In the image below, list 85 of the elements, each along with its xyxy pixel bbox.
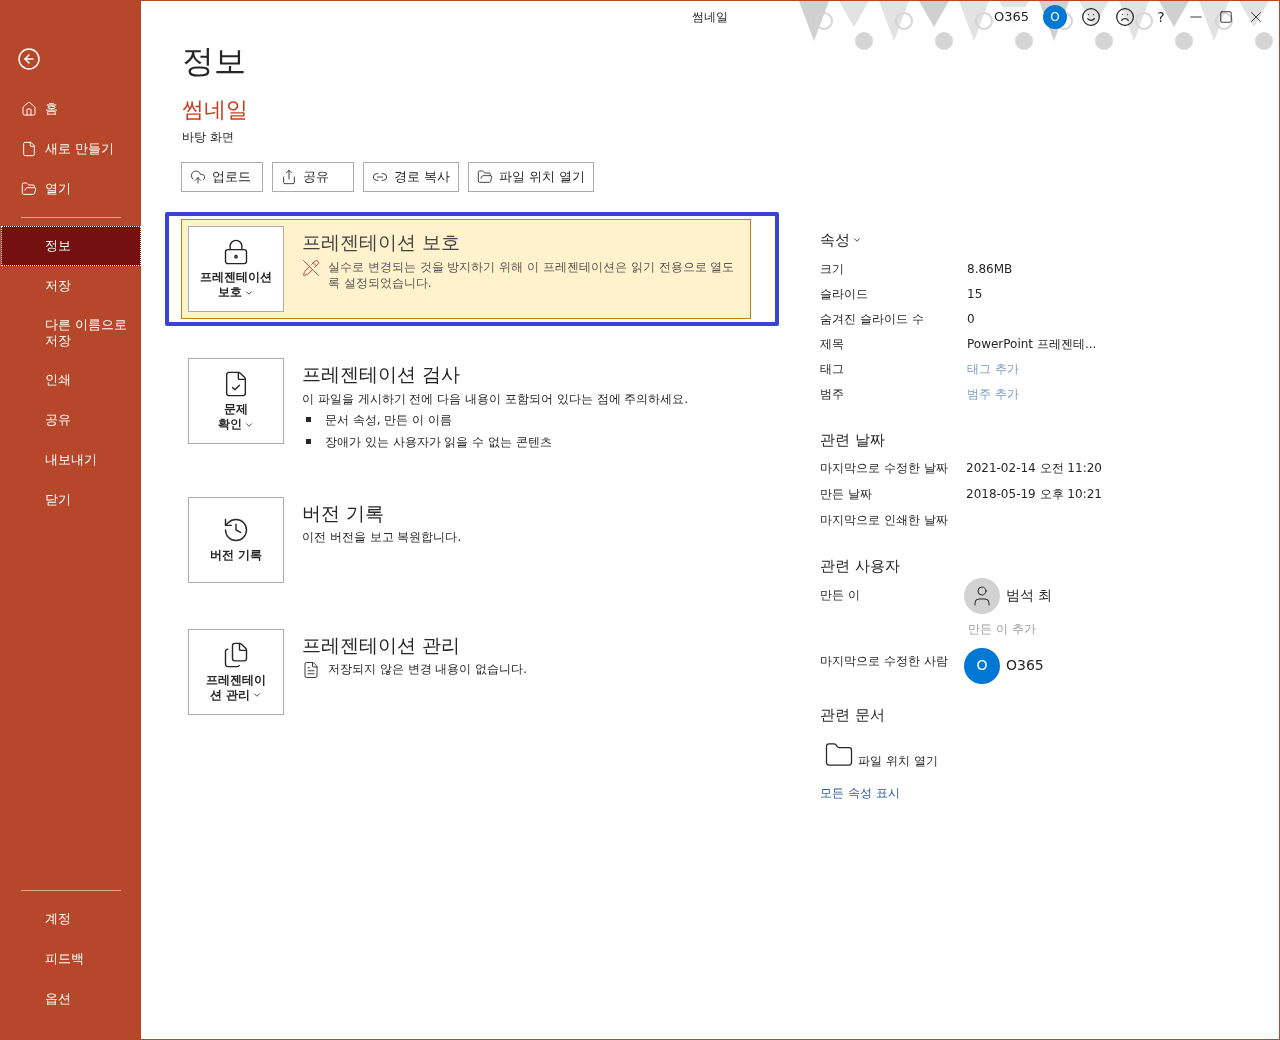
author-name: 범석 최	[1006, 586, 1053, 605]
property-value: 8.86MB	[967, 260, 1013, 278]
window-title: 썸네일	[692, 9, 728, 26]
property-label: 크기	[820, 260, 845, 278]
section-heading: 관련 날짜	[820, 429, 886, 451]
caret-icon	[252, 690, 263, 700]
show-all-link[interactable]: 모든 속성 표시	[820, 784, 1120, 802]
bullet-text: 문서 속성, 만든 이 이름	[325, 411, 453, 429]
section-title: 프레젠테이션 관리	[302, 632, 462, 658]
property-value: 15	[967, 285, 983, 303]
action-button[interactable]: 공유	[272, 162, 354, 192]
section-heading: 관련 사용자	[820, 556, 901, 577]
property-value: 0	[967, 310, 975, 328]
property-value: 2018-05-19 오후 10:21	[966, 486, 1102, 503]
section-title: 버전 기록	[302, 500, 386, 526]
section-description: 이전 버전을 보고 복원합니다.	[302, 529, 462, 545]
property-label: 숨겨진 슬라이드 수	[820, 310, 925, 328]
property-label: 범주	[820, 385, 845, 403]
home-icon	[21, 101, 37, 117]
bullet-text: 장애가 있는 사용자가 읽을 수 없는 콘텐츠	[325, 433, 552, 451]
section-title: 프레젠테이션 보호	[302, 230, 462, 255]
properties-heading[interactable]: 속성	[820, 229, 862, 252]
property-label: 만든 날짜	[820, 486, 873, 503]
action-button[interactable]: 파일 위치 열기	[468, 162, 595, 192]
account-name: O365	[993, 7, 1029, 27]
document-icon	[21, 141, 37, 157]
sidebar-item[interactable]: 홈	[1, 89, 141, 129]
property-label: 제목	[820, 335, 845, 353]
action-button[interactable]: 경로 복사	[363, 162, 460, 192]
property-input[interactable]: 범주 추가	[967, 384, 1019, 403]
pencil-icon	[302, 258, 320, 277]
open-location-button[interactable]: 파일 위치 열기	[824, 740, 938, 770]
section-button[interactable]: 문제 확인	[188, 358, 284, 444]
section-heading: 관련 문서	[820, 704, 886, 726]
documents-icon	[222, 640, 250, 669]
property-label: 마지막으로 인쇄한 날짜	[820, 512, 949, 529]
page-heading: 정보	[182, 41, 247, 82]
bullet-icon	[306, 417, 311, 422]
section-description: 저장되지 않은 변경 내용이 없습니다.	[328, 661, 528, 678]
sidebar-item[interactable]: 저장	[1, 266, 141, 306]
back-button[interactable]	[17, 47, 41, 71]
sidebar-item[interactable]: 계정	[1, 899, 141, 939]
sidebar-item[interactable]: 내보내기	[1, 440, 141, 480]
property-label: 만든 이	[820, 586, 861, 604]
section-button[interactable]: 프레젠테이 션 관리	[188, 628, 284, 715]
sidebar-item[interactable]: 옵션	[1, 979, 141, 1019]
account-avatar[interactable]: O	[1043, 5, 1067, 29]
sidebar-item[interactable]: 정보	[1, 226, 141, 266]
section-description: 이 파일을 게시하기 전에 다음 내용이 포함되어 있다는 점에 주의하세요.	[302, 390, 689, 407]
sidebar-item[interactable]: 피드백	[1, 939, 141, 979]
sidebar-item[interactable]: 열기	[1, 169, 141, 209]
lock-icon	[222, 238, 250, 266]
section-button[interactable]: 프레젠테이션 보호	[188, 226, 284, 312]
smile-icon[interactable]	[1081, 7, 1101, 27]
modifier-avatar: O	[964, 647, 1000, 684]
property-label: 슬라이드	[820, 285, 869, 303]
property-input[interactable]: 태그 추가	[967, 359, 1019, 378]
section-button[interactable]: 버전 기록	[188, 496, 284, 583]
folder-icon	[21, 181, 37, 197]
sidebar-item[interactable]: 인쇄	[1, 360, 141, 400]
sidebar-item[interactable]: 닫기	[1, 480, 141, 520]
sidebar-item[interactable]: 공유	[1, 400, 141, 440]
share-icon	[281, 169, 297, 185]
modifier-name: O365	[1006, 656, 1044, 675]
add-author-field[interactable]: 만든 이 추가	[968, 619, 1053, 638]
frown-icon[interactable]	[1115, 7, 1135, 27]
bullet-icon	[306, 439, 311, 444]
property-label: 마지막으로 수정한 날짜	[820, 460, 949, 477]
maximize-icon[interactable]	[1219, 10, 1233, 24]
file-name: 썸네일	[182, 96, 249, 124]
help-button[interactable]: ?	[1149, 6, 1173, 28]
property-value: 2021-02-14 오전 11:20	[966, 460, 1102, 477]
property-label: 마지막으로 수정한 사람	[820, 652, 949, 670]
property-value: PowerPoint 프레젠테...	[967, 335, 1097, 353]
folder-icon	[477, 169, 494, 185]
cloud-upload-icon	[190, 169, 206, 185]
section-title: 프레젠테이션 검사	[302, 362, 462, 387]
history-icon	[222, 516, 250, 544]
section-description: 실수로 변경되는 것을 방지하기 위해 이 프레젠테이션은 읽기 전용으로 열도록 설정되었습니다.	[328, 258, 736, 291]
action-button[interactable]: 업로드	[181, 162, 263, 192]
file-location: 바탕 화면	[182, 129, 235, 146]
sidebar-item[interactable]: 새로 만들기	[1, 129, 141, 169]
sidebar-item[interactable]: 다른 이름으로 저장	[1, 306, 141, 360]
property-label: 태그	[820, 360, 845, 378]
document-icon	[302, 661, 320, 679]
